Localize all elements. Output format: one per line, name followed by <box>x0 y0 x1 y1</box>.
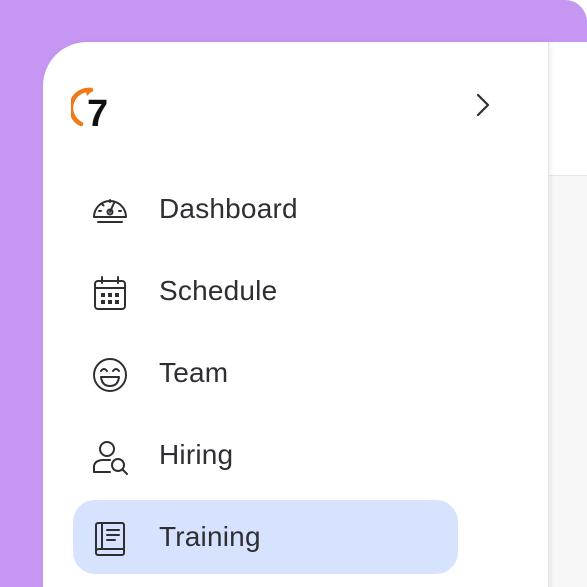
sidebar-item-label: Hiring <box>159 439 234 470</box>
calendar-icon <box>90 273 130 313</box>
expand-sidebar-button[interactable] <box>468 90 498 120</box>
content-header <box>548 42 587 176</box>
sidebar-item-training[interactable]: Training <box>73 500 458 574</box>
sidebar-item-schedule[interactable]: Schedule <box>73 254 458 328</box>
logo-text: 7 <box>87 93 108 132</box>
sidebar-item-label: Team <box>159 357 229 388</box>
sidebar-item-dashboard[interactable]: Dashboard <box>73 172 458 246</box>
sidebar-item-hiring[interactable]: Hiring <box>73 418 458 492</box>
sidebar-item-label: Training <box>159 521 261 552</box>
app-frame: 7 Dashboard Schedule Team Hiring Trainin… <box>0 0 587 587</box>
app-logo[interactable]: 7 <box>68 84 119 135</box>
smiley-icon <box>90 355 130 395</box>
gauge-icon <box>90 191 130 231</box>
chevron-right-icon <box>476 93 490 117</box>
user-search-icon <box>90 437 130 477</box>
sidebar: 7 Dashboard Schedule Team Hiring Trainin… <box>43 42 549 587</box>
book-icon <box>90 519 130 559</box>
sidebar-item-label: Schedule <box>159 275 278 306</box>
sidebar-item-team[interactable]: Team <box>73 336 458 410</box>
logo-mark: 7 <box>68 87 108 135</box>
sidebar-item-label: Dashboard <box>159 193 298 224</box>
